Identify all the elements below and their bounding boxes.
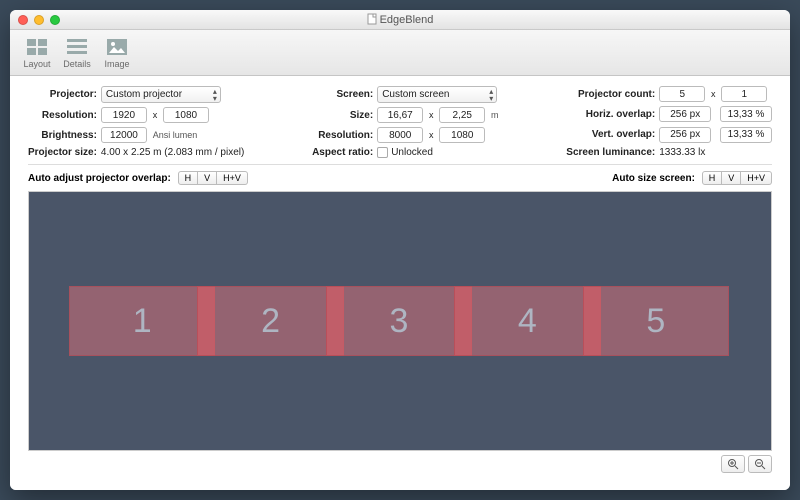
window-title: EdgeBlend: [10, 13, 790, 26]
sres-label: Resolution:: [312, 130, 373, 141]
size-w-input[interactable]: 16,67: [377, 107, 423, 123]
sres-w-input[interactable]: 8000: [377, 127, 423, 143]
unlocked-label: Unlocked: [391, 147, 433, 158]
pcount-x-input[interactable]: 5: [659, 86, 705, 102]
form-grid: Projector: Custom projector▴▾ Resolution…: [28, 86, 772, 158]
pcount-label: Projector count:: [566, 89, 655, 100]
res-w-input[interactable]: 1920: [101, 107, 147, 123]
zoom-row: [28, 455, 772, 473]
brightness-input[interactable]: 12000: [101, 127, 147, 143]
projector-size-label: Projector size:: [28, 147, 97, 158]
aspect-unlocked-checkbox[interactable]: [377, 147, 388, 158]
layout-icon: [27, 39, 47, 55]
layout-tab[interactable]: Layout: [18, 36, 56, 69]
brightness-label: Brightness:: [28, 130, 97, 141]
image-label: Image: [104, 59, 129, 69]
projector-column: Projector: Custom projector▴▾ Resolution…: [28, 86, 244, 158]
image-icon: [107, 39, 127, 55]
auto-overlap-seg: H V H+V: [178, 171, 248, 185]
pcount-y-input[interactable]: 1: [721, 86, 767, 102]
auto-overlap-h[interactable]: H: [178, 171, 199, 185]
zoom-out-button[interactable]: [748, 455, 772, 473]
details-label: Details: [63, 59, 91, 69]
voverlap-label: Vert. overlap:: [566, 129, 655, 140]
screen-label: Screen:: [312, 89, 373, 100]
screen-column: Screen: Custom screen▴▾ Size: 16,67 x 2,…: [312, 86, 498, 158]
titlebar[interactable]: EdgeBlend: [10, 10, 790, 30]
brightness-unit: Ansi lumen: [153, 130, 198, 140]
auto-size-hv[interactable]: H+V: [741, 171, 772, 185]
projector-label: Projector:: [28, 89, 97, 100]
voverlap-px-input[interactable]: 256 px: [659, 127, 711, 143]
hoverlap-pc-input[interactable]: 13,33 %: [720, 106, 772, 122]
auto-size-seg: H V H+V: [702, 171, 772, 185]
image-tab[interactable]: Image: [98, 36, 136, 69]
content: Projector: Custom projector▴▾ Resolution…: [10, 76, 790, 490]
size-h-input[interactable]: 2,25: [439, 107, 485, 123]
res-h-input[interactable]: 1080: [163, 107, 209, 123]
zoom-in-icon: [727, 458, 739, 470]
projector-size-value: 4.00 x 2.25 m (2.083 mm / pixel): [101, 147, 244, 158]
voverlap-pc-input[interactable]: 13,33 %: [720, 127, 772, 143]
projector-4[interactable]: 4: [454, 286, 600, 356]
resolution-label: Resolution:: [28, 110, 97, 121]
luminance-label: Screen luminance:: [566, 147, 655, 158]
divider: [28, 164, 772, 165]
app-window: EdgeBlend Layout Details Image Projector…: [10, 10, 790, 490]
auto-overlap-hv[interactable]: H+V: [217, 171, 248, 185]
overlap-column: Projector count: 5 x 1 Horiz. overlap: 2…: [566, 86, 772, 158]
auto-overlap-label: Auto adjust projector overlap:: [28, 173, 171, 184]
details-tab[interactable]: Details: [58, 36, 96, 69]
size-unit: m: [491, 110, 499, 120]
sres-h-input[interactable]: 1080: [439, 127, 485, 143]
adjust-row: Auto adjust projector overlap: H V H+V A…: [28, 171, 772, 185]
auto-overlap-v[interactable]: V: [198, 171, 217, 185]
preview-canvas[interactable]: 12345: [28, 191, 772, 451]
projector-3[interactable]: 3: [326, 286, 472, 356]
aspect-label: Aspect ratio:: [312, 147, 373, 158]
projector-1[interactable]: 1: [69, 286, 215, 356]
auto-size-h[interactable]: H: [702, 171, 723, 185]
luminance-value: 1333.33 lx: [659, 147, 772, 158]
projector-5[interactable]: 5: [583, 286, 729, 356]
projector-select[interactable]: Custom projector▴▾: [101, 86, 221, 103]
hoverlap-px-input[interactable]: 256 px: [659, 106, 711, 122]
projector-2[interactable]: 2: [197, 286, 343, 356]
size-label: Size:: [312, 110, 373, 121]
details-icon: [67, 39, 87, 55]
hoverlap-label: Horiz. overlap:: [566, 109, 655, 120]
screen-select[interactable]: Custom screen▴▾: [377, 86, 497, 103]
toolbar: Layout Details Image: [10, 30, 790, 76]
auto-size-v[interactable]: V: [722, 171, 741, 185]
layout-label: Layout: [23, 59, 50, 69]
zoom-in-button[interactable]: [721, 455, 745, 473]
zoom-out-icon: [754, 458, 766, 470]
auto-size-label: Auto size screen:: [612, 173, 695, 184]
document-icon: [367, 13, 377, 25]
